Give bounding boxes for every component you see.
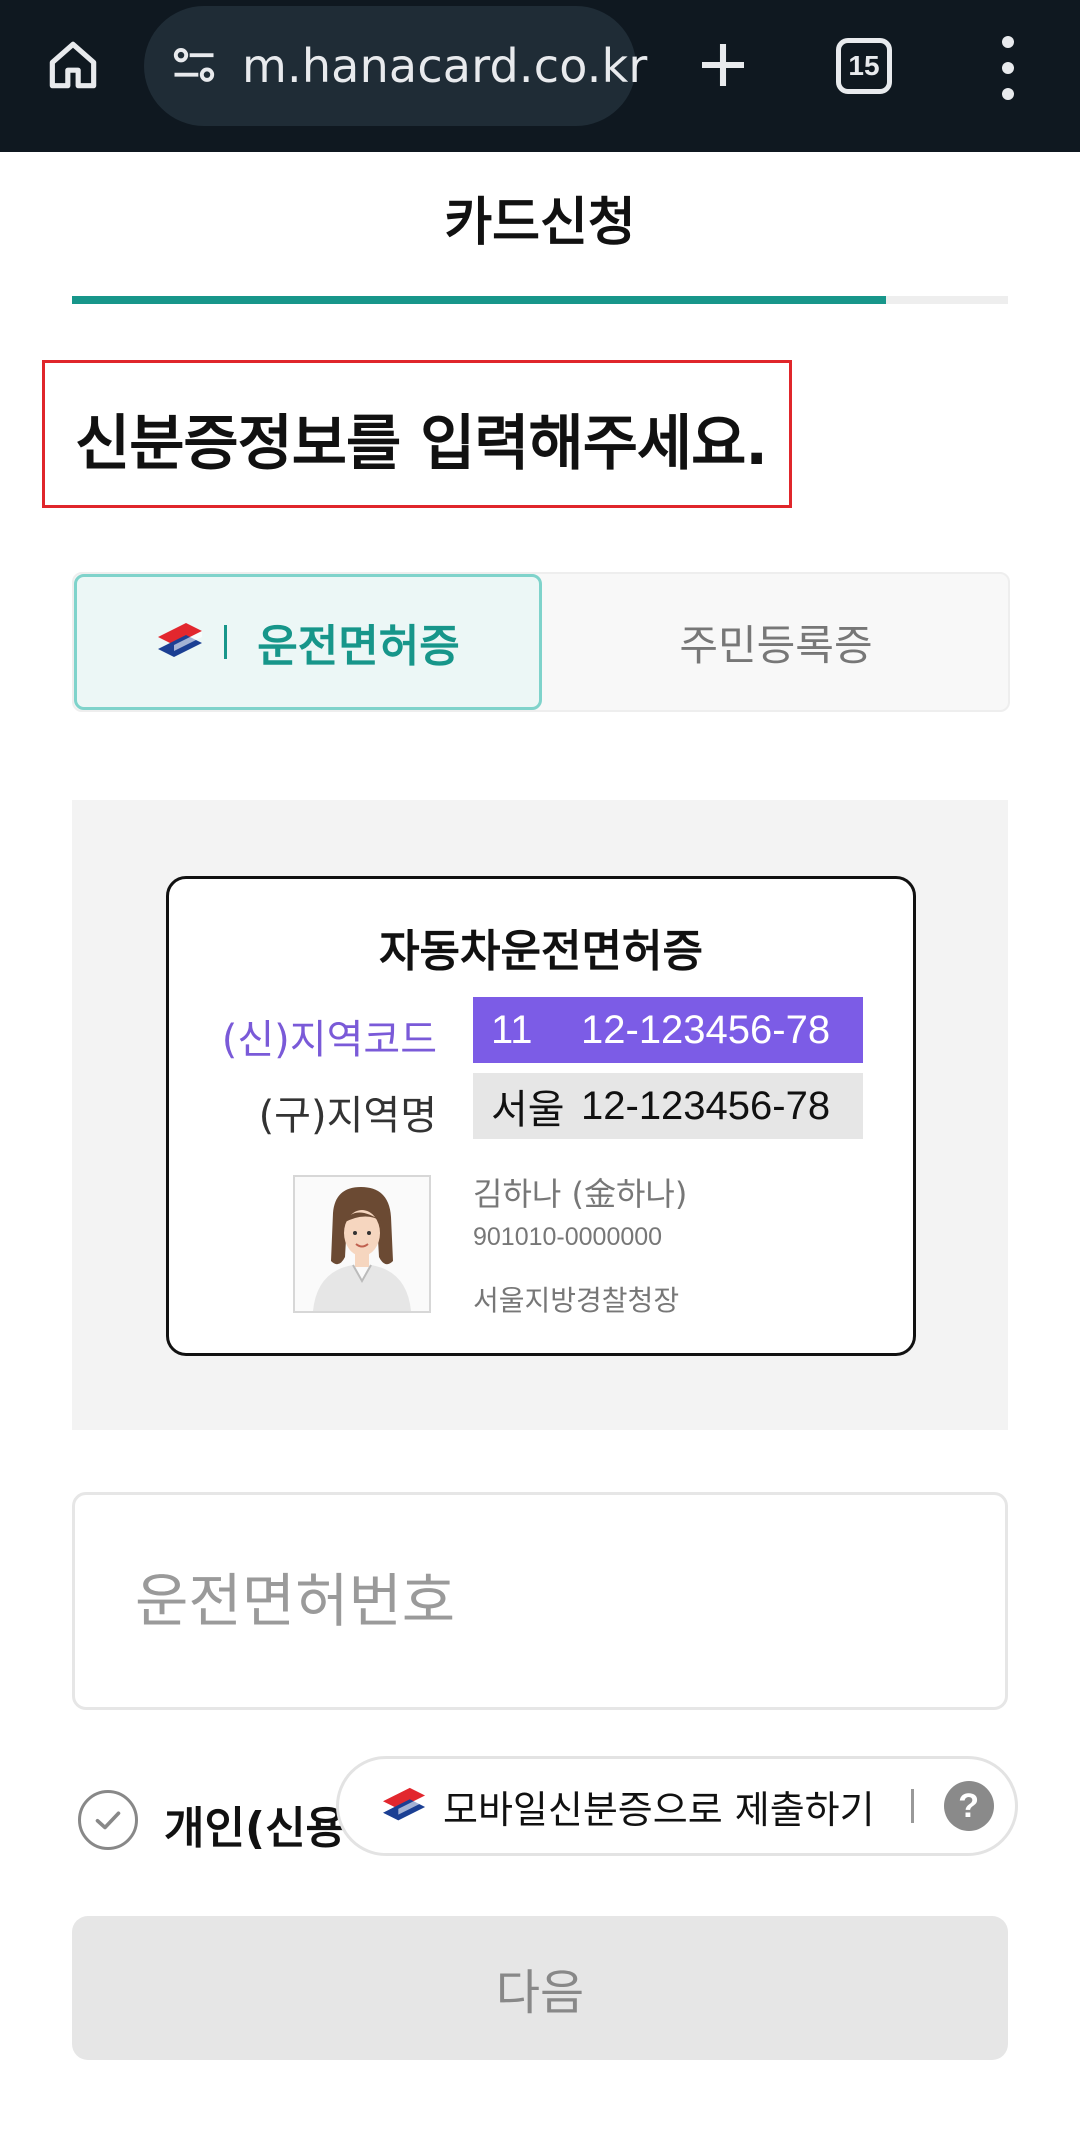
old-license-number: 서울 12-123456-78 (473, 1073, 863, 1139)
tab-resident-card[interactable]: 주민등록증 (542, 574, 1010, 710)
old-region-name-label: (구)지역명 (258, 1093, 437, 1139)
help-icon[interactable]: ? (943, 1781, 994, 1831)
holder-id-number: 901010-0000000 (473, 1223, 663, 1251)
holder-photo (293, 1175, 431, 1313)
progress-fill (72, 296, 887, 304)
license-issuer: 서울지방경찰청장 (473, 1284, 680, 1317)
tab-switcher-icon[interactable]: 15 (836, 38, 892, 94)
license-sample-card: 자동차운전면허증 (신)지역코드 11 12-123456-78 (구)지역명 … (166, 876, 916, 1356)
license-number-input[interactable] (72, 1492, 1008, 1710)
browser-toolbar: m.hanacard.co.kr 15 (0, 0, 1080, 152)
new-region-code-label: (신)지역코드 (221, 1017, 437, 1063)
url-text: m.hanacard.co.kr (242, 39, 648, 93)
checkmark-icon (95, 1811, 121, 1830)
heading-highlight-box: 신분증정보를 입력해주세요. (42, 360, 792, 508)
mobile-id-label: 모바일신분증으로 제출하기 (443, 1787, 875, 1832)
next-button[interactable]: 다음 (72, 1916, 1008, 2060)
tab-label: 운전면허증 (257, 621, 460, 672)
tab-drivers-license[interactable]: 운전면허증 (74, 574, 542, 710)
more-vert-icon[interactable] (986, 36, 1030, 100)
tab-divider (224, 625, 228, 659)
page-title: 카드신청 (444, 193, 636, 253)
license-card-title: 자동차운전면허증 (379, 926, 703, 977)
license-sample-area: 자동차운전면허증 (신)지역코드 11 12-123456-78 (구)지역명 … (72, 800, 1008, 1430)
address-bar[interactable]: m.hanacard.co.kr (144, 6, 647, 126)
agreement-checkbox[interactable] (78, 1790, 138, 1850)
hanacard-logo-icon (158, 623, 203, 657)
agreement-label[interactable]: 개인(신용 (164, 1792, 346, 1856)
mobile-id-submit-button[interactable]: 모바일신분증으로 제출하기 ? (336, 1756, 1018, 1856)
license-number: 12-123456-78 (581, 1007, 831, 1052)
site-settings-icon[interactable] (168, 38, 220, 94)
region-name: 서울 (491, 1088, 565, 1132)
region-code: 11 (491, 1007, 533, 1052)
hanacard-logo-icon (383, 1787, 426, 1821)
id-type-tabs: 운전면허증 주민등록증 (72, 572, 1010, 712)
plus-icon[interactable] (688, 30, 758, 100)
holder-name: 김하나 (金하나) (473, 1175, 688, 1213)
license-number: 12-123456-78 (581, 1083, 831, 1128)
home-icon[interactable] (38, 30, 108, 100)
progress-bar (72, 296, 1008, 304)
section-heading: 신분증정보를 입력해주세요. (75, 409, 768, 479)
new-license-number: 11 12-123456-78 (473, 997, 863, 1063)
pill-divider (910, 1789, 914, 1823)
